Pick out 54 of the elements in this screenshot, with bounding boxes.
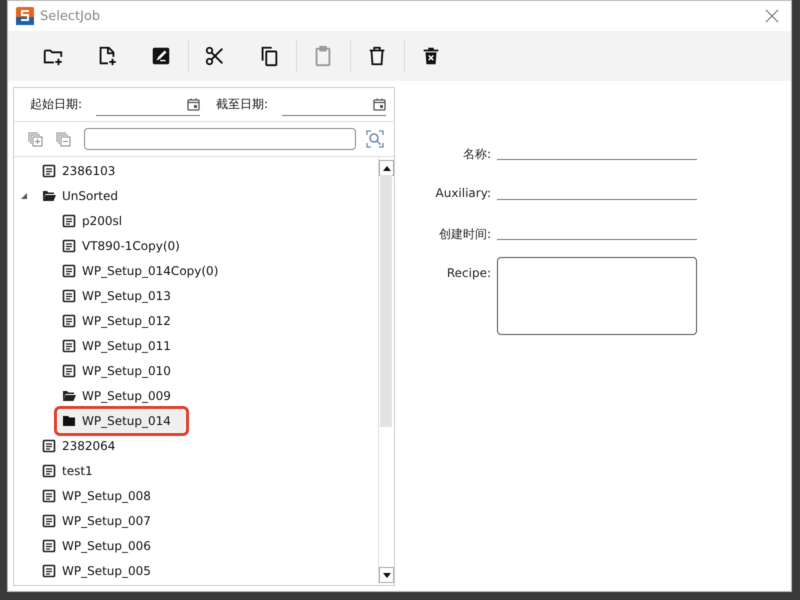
tree-item[interactable]: WP_Setup_013 bbox=[58, 284, 185, 306]
open-folder-icon bbox=[62, 388, 76, 402]
tree-item[interactable]: WP_Setup_012 bbox=[58, 310, 185, 332]
tree-item[interactable]: WP_Setup_014 bbox=[58, 410, 185, 432]
document-icon bbox=[62, 214, 76, 228]
document-icon bbox=[42, 514, 56, 528]
document-icon bbox=[42, 538, 56, 552]
field-label: 创建时间: bbox=[438, 226, 491, 243]
document-icon bbox=[42, 438, 56, 452]
document-icon bbox=[42, 164, 56, 178]
open-folder-icon bbox=[42, 188, 56, 202]
expanded-arrow-icon[interactable] bbox=[20, 192, 28, 200]
tree-item[interactable]: p200sl bbox=[58, 210, 136, 232]
field-label: Auxiliary: bbox=[434, 185, 491, 202]
date-label: 起始日期: bbox=[30, 96, 84, 113]
document-icon bbox=[62, 364, 76, 378]
tree-item[interactable]: WP_Setup_014Copy(0) bbox=[58, 260, 232, 282]
document-icon bbox=[42, 464, 56, 478]
tree-item[interactable]: WP_Setup_008 bbox=[38, 484, 165, 506]
document-icon bbox=[42, 564, 56, 578]
close-icon[interactable] bbox=[765, 9, 779, 23]
app-logo-icon bbox=[16, 7, 34, 25]
search-icon[interactable] bbox=[366, 130, 384, 148]
tree-item[interactable]: WP_Setup_009 bbox=[58, 384, 185, 406]
cut-icon bbox=[204, 45, 226, 67]
scroll-up-icon[interactable] bbox=[382, 166, 390, 170]
document-icon bbox=[62, 238, 76, 252]
folder-icon bbox=[62, 414, 76, 428]
window-title: SelectJob bbox=[40, 8, 102, 24]
tree-item[interactable]: test1 bbox=[38, 460, 107, 482]
tree-item[interactable]: VT890-1Copy(0) bbox=[58, 234, 194, 256]
tree-item[interactable]: WP_Setup_011 bbox=[58, 334, 185, 356]
tree-item[interactable]: WP_Setup_010 bbox=[58, 360, 185, 382]
tree-item[interactable]: WP_Setup_005 bbox=[38, 560, 165, 582]
tree-item[interactable]: WP_Setup_007 bbox=[38, 510, 165, 532]
date-label: 截至日期: bbox=[216, 96, 270, 113]
document-icon bbox=[62, 338, 76, 352]
document-icon bbox=[62, 264, 76, 278]
tree-item[interactable]: UnSorted bbox=[38, 184, 132, 206]
calendar-icon[interactable] bbox=[373, 98, 386, 110]
document-icon bbox=[62, 288, 76, 302]
calendar-icon[interactable] bbox=[187, 98, 200, 110]
search-field[interactable] bbox=[84, 128, 356, 150]
document-icon bbox=[42, 488, 56, 502]
field-label: Recipe: bbox=[446, 265, 491, 282]
edit-icon bbox=[150, 45, 172, 67]
tree-item[interactable]: 2386103 bbox=[38, 160, 130, 182]
scrollbar[interactable] bbox=[378, 157, 394, 585]
scroll-down-icon[interactable] bbox=[382, 572, 390, 578]
recipe-field[interactable] bbox=[497, 257, 697, 335]
field-label: 名称: bbox=[462, 146, 491, 163]
tree-item[interactable]: WP_Setup_006 bbox=[38, 534, 165, 556]
document-icon bbox=[62, 314, 76, 328]
tree-item[interactable]: 2382064 bbox=[38, 434, 130, 456]
